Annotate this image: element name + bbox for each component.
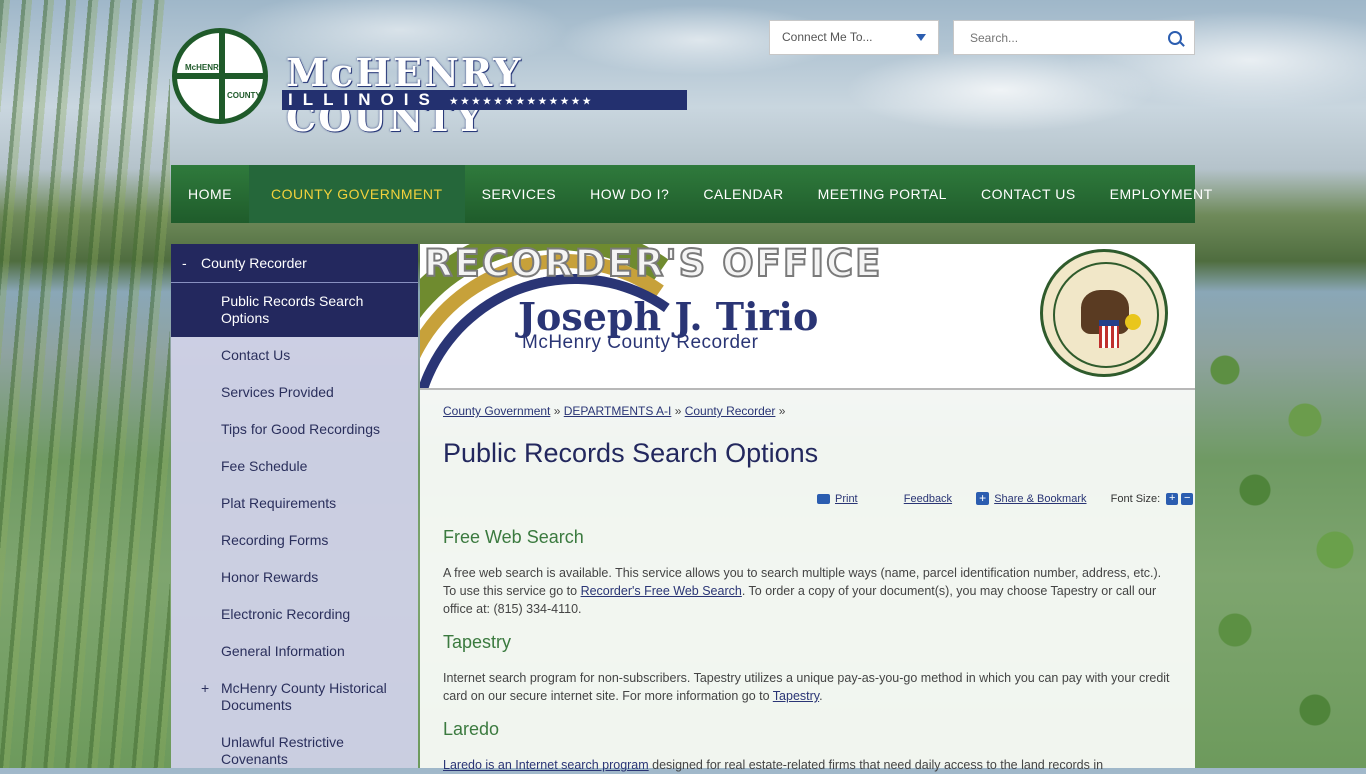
print-icon[interactable]: [817, 493, 830, 504]
font-increase-icon[interactable]: +: [1166, 492, 1179, 505]
share-bookmark-link[interactable]: Share & Bookmark: [994, 493, 1086, 505]
section-heading-free-web-search: Free Web Search: [443, 527, 584, 547]
nav-calendar[interactable]: CALENDAR: [686, 165, 800, 223]
breadcrumb: County Government » DEPARTMENTS A-I » Co…: [443, 404, 786, 418]
chevron-down-icon: [916, 34, 926, 41]
free-web-search-link[interactable]: Recorder's Free Web Search: [581, 584, 742, 598]
sidebar-item-electronic-recording[interactable]: Electronic Recording: [171, 606, 418, 643]
expand-icon[interactable]: +: [201, 680, 209, 697]
nav-services[interactable]: SERVICES: [465, 165, 574, 223]
sidebar-item-recording-forms[interactable]: Recording Forms: [171, 532, 418, 569]
site-logo[interactable]: McHENRY COUNTY McHENRY COUNTY ILLINOIS ★★…: [172, 28, 692, 140]
breadcrumb-county-recorder[interactable]: County Recorder: [685, 404, 776, 418]
sidebar-item-honor-rewards[interactable]: Honor Rewards: [171, 569, 418, 606]
sidebar-item-services-provided[interactable]: Services Provided: [171, 384, 418, 421]
sidebar-item-plat-requirements[interactable]: Plat Requirements: [171, 495, 418, 532]
section-text: Laredo is an Internet search program des…: [443, 758, 1104, 772]
sidebar-item-general-information[interactable]: General Information: [171, 643, 418, 680]
sidebar-item-public-records[interactable]: Public Records Search Options: [171, 283, 418, 337]
sidebar-item-fee-schedule[interactable]: Fee Schedule: [171, 458, 418, 495]
sidebar-item-restrictive-covenants[interactable]: Unlawful Restrictive Covenants: [171, 734, 418, 774]
nav-contact-us[interactable]: CONTACT US: [964, 165, 1093, 223]
collapse-icon: -: [182, 255, 187, 271]
laredo-link[interactable]: Laredo is an Internet search program: [443, 758, 649, 772]
nav-how-do-i[interactable]: HOW DO I?: [573, 165, 686, 223]
connect-me-to-dropdown[interactable]: Connect Me To...: [769, 20, 939, 55]
nav-home[interactable]: HOME: [171, 165, 249, 223]
sidebar-heading[interactable]: - County Recorder: [171, 244, 418, 283]
county-seal-logo-icon: McHENRY COUNTY: [172, 28, 268, 124]
plus-icon[interactable]: +: [976, 492, 990, 505]
feedback-link[interactable]: Feedback: [904, 493, 952, 505]
nav-county-government[interactable]: COUNTY GOVERNMENT: [249, 165, 465, 223]
main-nav: HOME COUNTY GOVERNMENT SERVICES HOW DO I…: [171, 165, 1212, 223]
font-size-label: Font Size:: [1110, 492, 1161, 505]
shield-icon: [1099, 320, 1119, 348]
section-heading-laredo: Laredo: [443, 719, 500, 739]
search-input[interactable]: [968, 21, 1162, 54]
sidebar-item-historical-documents[interactable]: + McHenry County Historical Documents: [171, 680, 418, 734]
sidebar-item-tips[interactable]: Tips for Good Recordings: [171, 421, 418, 458]
lilypad-background: [1195, 330, 1366, 768]
nav-meeting-portal[interactable]: MEETING PORTAL: [801, 165, 964, 223]
tapestry-link[interactable]: Tapestry: [773, 689, 819, 703]
page-title: Public Records Search Options: [443, 438, 819, 468]
section-text: Internet search program for non-subscrib…: [443, 671, 1170, 703]
search-icon[interactable]: [1168, 31, 1182, 45]
article: County Government » DEPARTMENTS A-I » Co…: [443, 404, 1194, 774]
breadcrumb-departments[interactable]: DEPARTMENTS A-I: [564, 404, 672, 418]
page-tools: Print Feedback + Share & Bookmark Font Si…: [817, 492, 1194, 505]
main-content: RECORDER'S OFFICE Joseph J. Tirio McHenr…: [420, 244, 1195, 772]
county-seal-icon: [1040, 249, 1168, 377]
banner-title: RECORDER'S OFFICE: [423, 244, 883, 286]
font-decrease-icon[interactable]: −: [1181, 492, 1194, 505]
nav-employment[interactable]: EMPLOYMENT: [1093, 165, 1230, 223]
logo-state: ILLINOIS ★★★★★★★★★★★★★: [282, 90, 687, 110]
reeds-background: [0, 0, 170, 768]
search-box: [953, 20, 1195, 55]
section-heading-tapestry: Tapestry: [443, 632, 512, 652]
sun-icon: [1125, 314, 1141, 330]
banner-role: McHenry County Recorder: [522, 332, 759, 353]
print-link[interactable]: Print: [835, 493, 858, 505]
sidebar: - County Recorder Public Records Search …: [171, 244, 418, 768]
department-banner: RECORDER'S OFFICE Joseph J. Tirio McHenr…: [420, 244, 1195, 390]
section-text: A free web search is available. This ser…: [443, 566, 1162, 616]
sidebar-item-contact-us[interactable]: Contact Us: [171, 347, 418, 384]
breadcrumb-county-government[interactable]: County Government: [443, 404, 550, 418]
